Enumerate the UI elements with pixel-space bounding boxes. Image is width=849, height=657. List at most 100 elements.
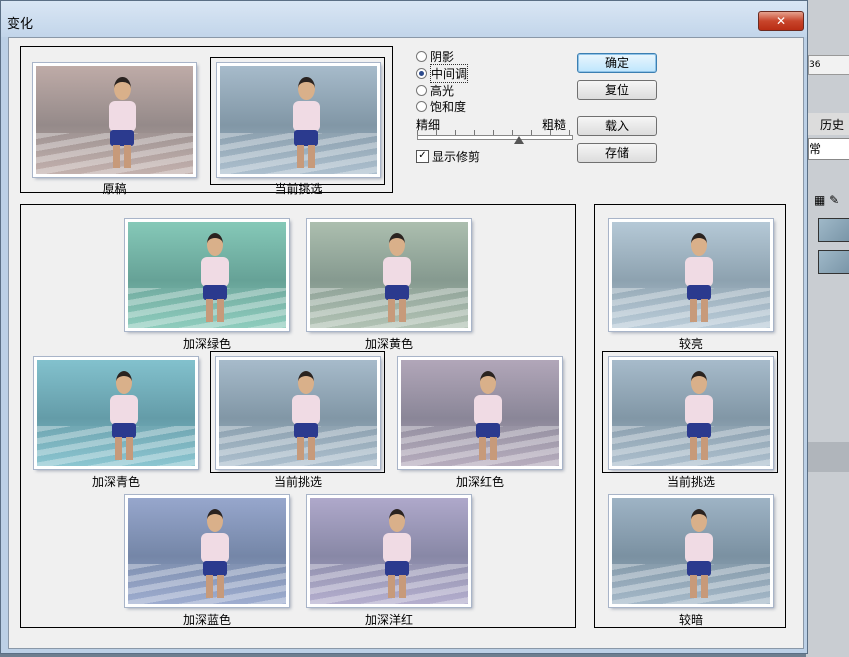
child-shirt <box>201 256 229 287</box>
child-shirt <box>108 101 136 133</box>
original-current-box: 原稿 当前挑选 <box>20 46 393 196</box>
child-shorts <box>686 285 711 301</box>
slider-thumb[interactable] <box>514 136 524 144</box>
slider-tick <box>531 130 532 135</box>
child-figure <box>378 232 416 322</box>
more-blue-caption: 加深蓝色 <box>182 613 231 627</box>
radio-saturation[interactable]: 饱和度 <box>416 98 466 114</box>
child-shorts <box>686 423 711 439</box>
color-variations-box: 加深绿色 加深黄色 加深青色 当前挑选 加深红色 加深蓝色 加深洋红 <box>20 204 576 628</box>
radio-midtones[interactable]: 中间调 <box>416 63 469 83</box>
lighter-thumbnail[interactable] <box>609 219 773 331</box>
child-shirt <box>474 394 502 425</box>
more-magenta-thumbnail[interactable] <box>307 495 471 607</box>
background-app: 36 历史 常 ▦ ✎ <box>806 0 849 657</box>
radio-saturation-label: 饱和度 <box>430 99 467 114</box>
child-shorts <box>202 561 227 577</box>
darker-thumbnail[interactable] <box>609 495 773 607</box>
radio-shadows[interactable]: 阴影 <box>416 48 454 64</box>
center-current-caption: 当前挑选 <box>273 475 322 489</box>
child-figure <box>378 508 416 598</box>
ok-button[interactable]: 确定 <box>577 53 657 73</box>
child-legs <box>296 437 315 460</box>
more-cyan-thumbnail[interactable] <box>34 357 198 469</box>
more-green-thumbnail[interactable] <box>125 219 289 331</box>
slider-tick <box>550 130 551 135</box>
child-head <box>388 232 406 256</box>
brightness-current-thumbnail <box>609 357 773 469</box>
child-legs <box>387 575 406 598</box>
close-button[interactable]: ✕ <box>758 11 804 31</box>
check-icon[interactable]: ✓ <box>416 150 429 163</box>
layer-thumbnail[interactable] <box>818 218 849 242</box>
layer-thumbnail[interactable] <box>818 250 849 274</box>
blend-mode-field[interactable]: 常 <box>808 138 849 160</box>
child-legs <box>297 144 316 168</box>
lock-transparency-icon[interactable]: ▦ <box>814 193 825 207</box>
child-legs <box>387 299 406 322</box>
dialog-title: 变化 <box>7 17 34 32</box>
child-shirt <box>685 394 713 425</box>
child-shorts <box>293 423 318 439</box>
radio-highlights[interactable]: 高光 <box>416 82 454 98</box>
child-figure <box>288 76 326 168</box>
slider-tick <box>474 130 475 135</box>
radio-midtones-circle[interactable] <box>416 67 427 79</box>
child-head <box>690 508 708 532</box>
radio-highlights-circle[interactable] <box>416 84 427 96</box>
child-legs <box>689 437 708 460</box>
brush-lock-icon[interactable]: ✎ <box>829 193 839 207</box>
child-shorts <box>111 423 136 439</box>
close-icon: ✕ <box>775 14 787 28</box>
more-yellow-thumbnail[interactable] <box>307 219 471 331</box>
child-figure <box>680 508 718 598</box>
lighter-caption: 较亮 <box>678 337 703 351</box>
load-button[interactable]: 载入 <box>577 116 657 136</box>
radio-highlights-label: 高光 <box>430 83 455 98</box>
fine-coarse-slider-track[interactable] <box>417 135 573 140</box>
child-figure <box>469 370 507 460</box>
child-head <box>114 76 131 101</box>
show-clipping-checkbox[interactable]: ✓ 显示修剪 <box>416 148 480 165</box>
more-green-caption: 加深绿色 <box>182 337 231 351</box>
child-figure <box>680 232 718 322</box>
child-head <box>206 508 224 532</box>
radio-shadows-label: 阴影 <box>430 49 455 64</box>
child-shirt <box>383 532 411 563</box>
child-shirt <box>292 394 320 425</box>
save-button[interactable]: 存储 <box>577 143 657 163</box>
more-magenta-caption: 加深洋红 <box>364 613 413 627</box>
child-figure <box>105 370 143 460</box>
child-figure <box>680 370 718 460</box>
child-legs <box>113 144 132 168</box>
slider-tick <box>493 130 494 135</box>
child-head <box>297 370 315 394</box>
ruler-number: 36 <box>809 60 821 70</box>
radio-saturation-circle[interactable] <box>416 100 427 112</box>
child-figure <box>196 232 234 322</box>
child-head <box>388 508 406 532</box>
child-head <box>115 370 133 394</box>
show-clipping-label: 显示修剪 <box>432 150 481 164</box>
more-blue-thumbnail[interactable] <box>125 495 289 607</box>
reset-button[interactable]: 复位 <box>577 80 657 100</box>
dialog-body: 原稿 当前挑选 阴影 中间调 高光 饱和度 精细 粗糙 ✓ 显示修剪 确定 复位… <box>8 37 804 649</box>
more-yellow-caption: 加深黄色 <box>364 337 413 351</box>
child-figure <box>196 508 234 598</box>
more-red-thumbnail[interactable] <box>398 357 562 469</box>
child-figure <box>287 370 325 460</box>
child-head <box>690 232 708 256</box>
original-preview <box>33 63 196 177</box>
child-legs <box>205 299 224 322</box>
radio-shadows-circle[interactable] <box>416 50 427 62</box>
child-shirt <box>110 394 138 425</box>
child-head <box>690 370 708 394</box>
child-shorts <box>384 285 409 301</box>
child-legs <box>205 575 224 598</box>
original-caption: 原稿 <box>102 182 127 196</box>
child-shirt <box>383 256 411 287</box>
slider-tick <box>417 130 418 135</box>
tab-history[interactable]: 历史 <box>820 116 844 133</box>
child-shorts <box>110 130 135 146</box>
more-red-caption: 加深红色 <box>455 475 504 489</box>
